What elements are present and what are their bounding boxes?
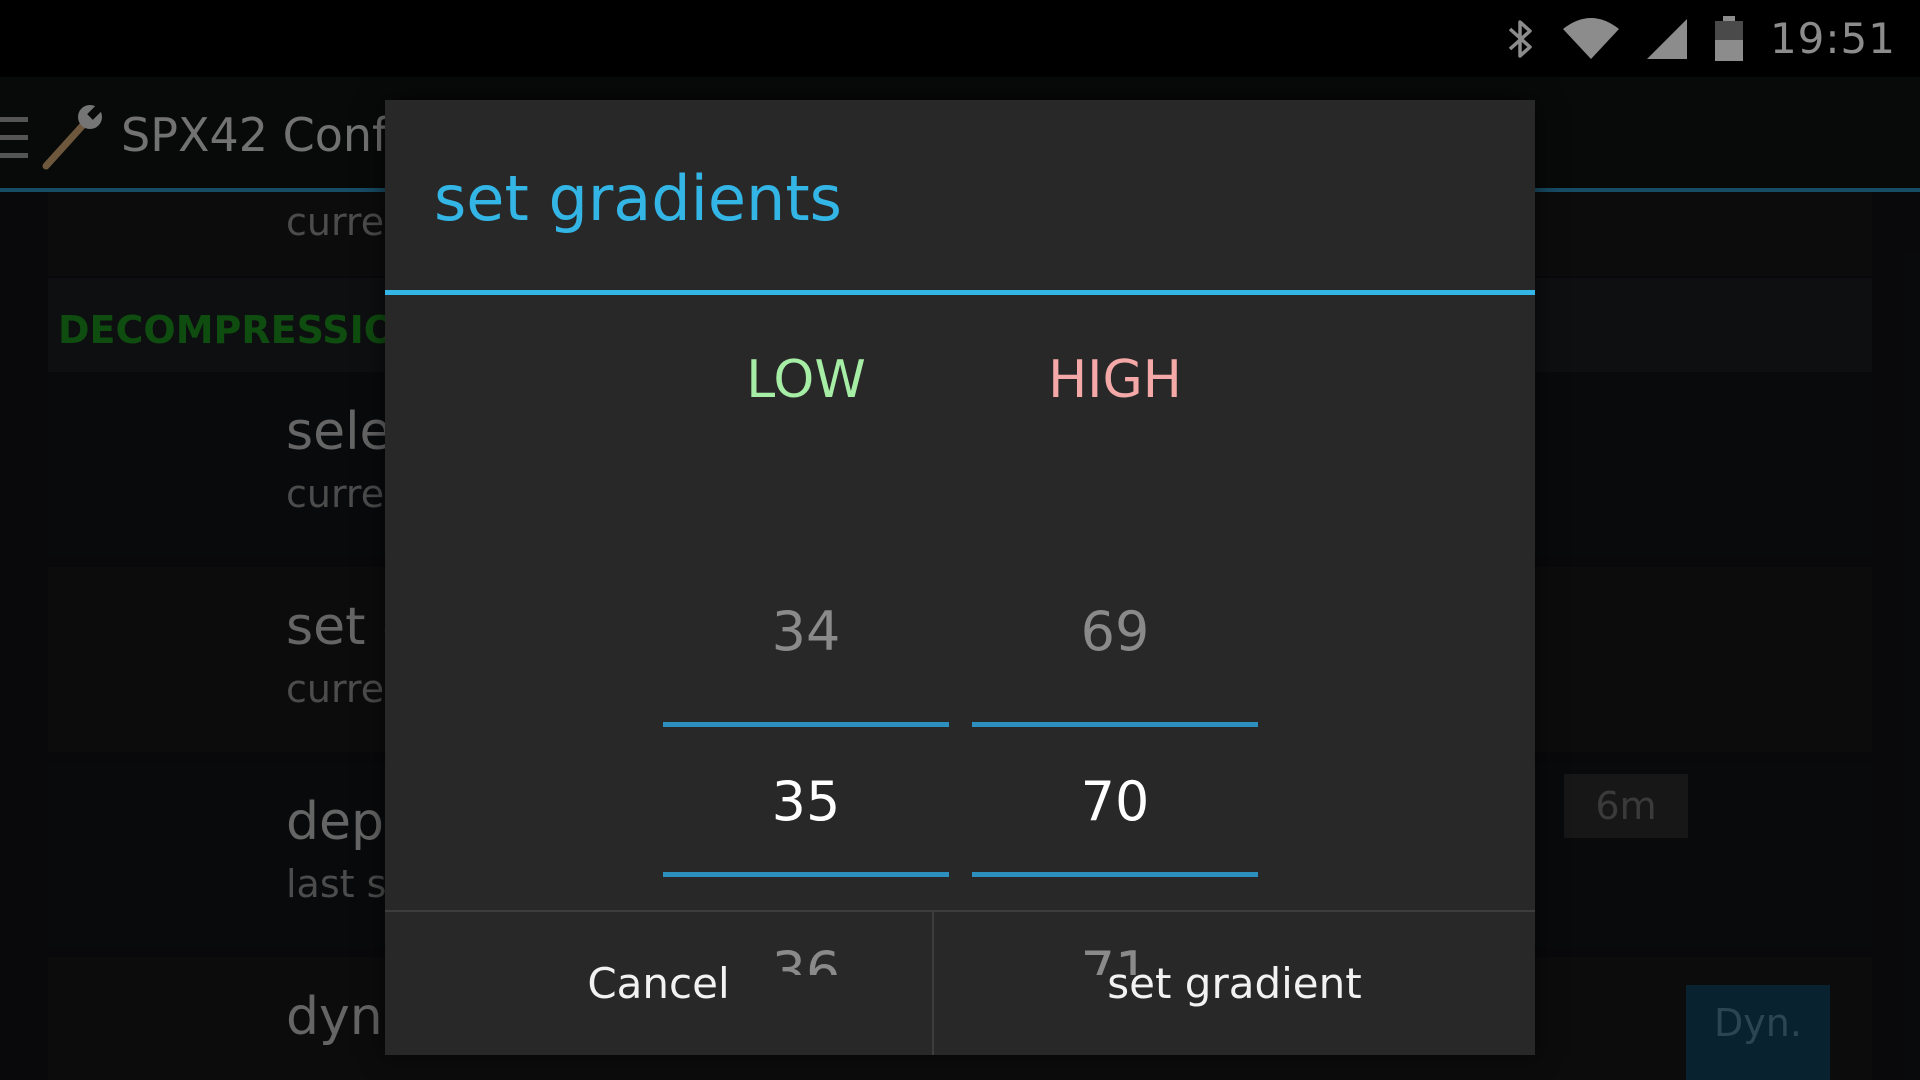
low-current-value[interactable]: 35 [663,770,949,833]
dialog-title: set gradients [434,162,842,235]
high-current-value[interactable]: 70 [972,770,1258,833]
low-label: LOW [746,350,866,410]
set-gradients-dialog: set gradients LOW HIGH 34 35 36 69 70 71… [385,100,1535,1055]
set-gradient-button[interactable]: set gradient [934,912,1535,1055]
picker-divider [972,722,1258,727]
low-prev-value[interactable]: 34 [663,600,949,663]
screen: 19:51 curre DECOMPRESSION sele curre set… [0,0,1920,1080]
low-gradient-picker[interactable]: 34 35 36 [663,480,949,975]
picker-divider [663,722,949,727]
picker-divider [663,872,949,877]
picker-divider [972,872,1258,877]
cancel-button[interactable]: Cancel [385,912,932,1055]
high-label: HIGH [1048,350,1182,410]
high-gradient-picker[interactable]: 69 70 71 [972,480,1258,975]
dialog-title-divider [385,290,1535,295]
high-prev-value[interactable]: 69 [972,600,1258,663]
